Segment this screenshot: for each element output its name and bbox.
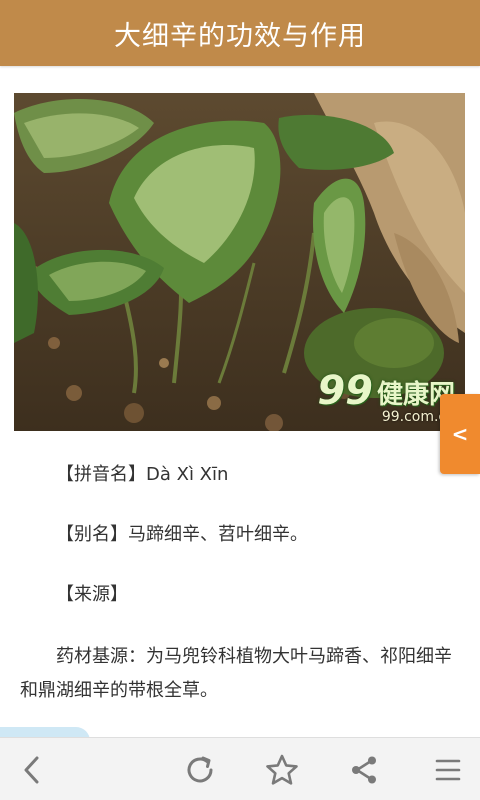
source-heading: 【来源】: [20, 578, 480, 612]
share-icon: [352, 756, 376, 783]
watermark-logo-row: 99 健康网: [317, 371, 455, 411]
share-button[interactable]: [332, 738, 396, 800]
app-page: 大细辛的功效与作用 99 健康网 99.com.cn < 【拼音名】Dà Xì …: [0, 0, 480, 800]
menu-icon: [435, 759, 461, 780]
watermark-logo: 99: [317, 368, 373, 414]
browser-toolbar: [0, 737, 480, 800]
alias-label: 【别名】: [56, 524, 128, 545]
alias-line: 【别名】马蹄细辛、苕叶细辛。: [20, 518, 480, 552]
pinyin-value: Dà Xì Xīn: [146, 464, 229, 485]
chevron-left-icon: [24, 756, 39, 783]
star-icon: [266, 754, 298, 785]
chevron-left-icon: <: [451, 422, 469, 446]
source-paragraph: 药材基源：为马兜铃科植物大叶马蹄香、祁阳细辛和鼎湖细辛的带根全草。: [20, 646, 452, 701]
pinyin-line: 【拼音名】Dà Xì Xīn: [20, 458, 480, 492]
refresh-button[interactable]: [168, 738, 232, 800]
source-label: 【来源】: [56, 584, 128, 605]
refresh-icon: [187, 756, 213, 782]
bookmark-button[interactable]: [250, 738, 314, 800]
herb-photo: 99 健康网 99.com.cn: [14, 93, 465, 431]
alias-value: 马蹄细辛、苕叶细辛。: [128, 524, 308, 545]
photo-watermark: 99 健康网 99.com.cn: [317, 371, 455, 425]
menu-button[interactable]: [416, 738, 480, 800]
page-header: 大细辛的功效与作用: [0, 0, 480, 66]
back-button[interactable]: [0, 738, 64, 800]
pinyin-label: 【拼音名】: [56, 464, 146, 485]
page-title: 大细辛的功效与作用: [114, 20, 366, 52]
